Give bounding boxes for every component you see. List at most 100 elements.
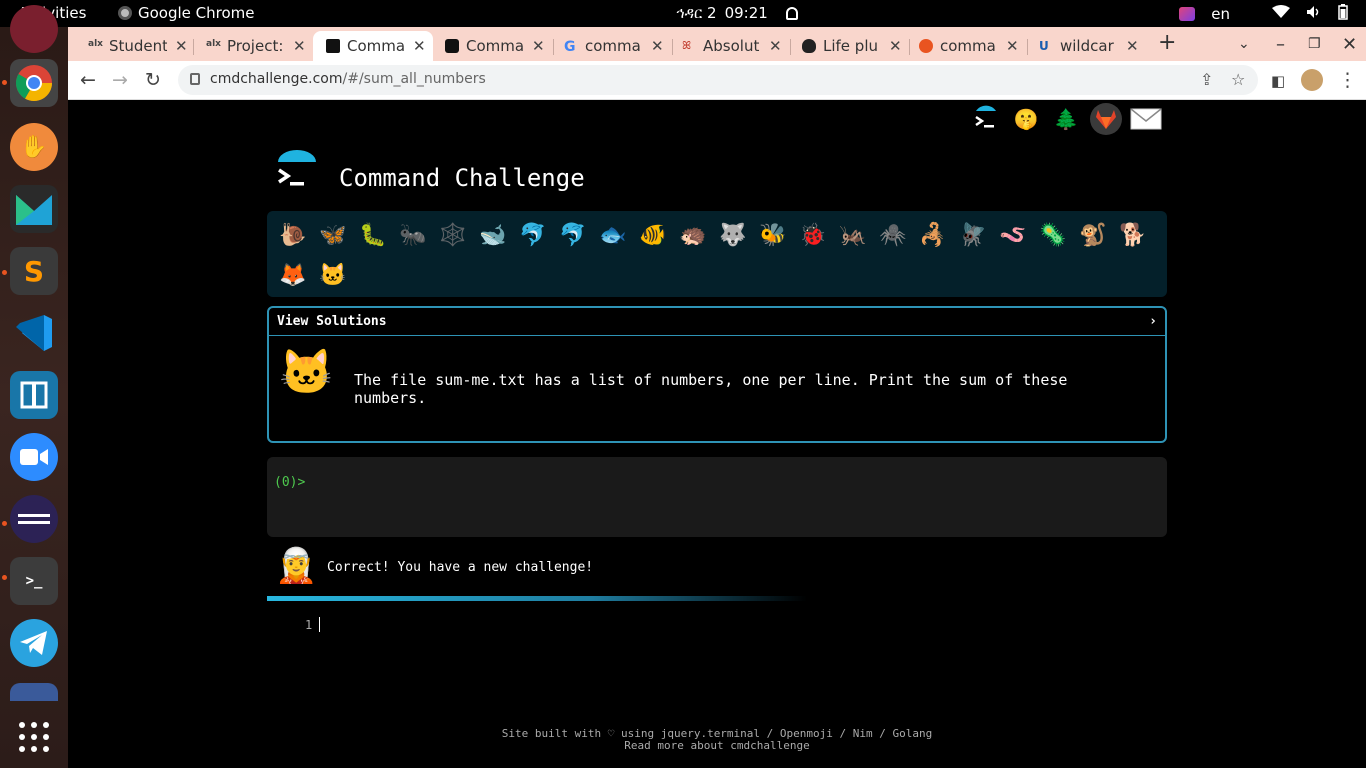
site-title[interactable]: Command Challenge (339, 164, 585, 192)
animal-challenge-icon[interactable]: 🦊 (273, 255, 313, 295)
dock-top-partial-icon[interactable] (10, 5, 58, 53)
elf-avatar-icon: 🧝 (275, 546, 318, 586)
text-cursor (319, 617, 320, 632)
terminal-input-area[interactable]: (0)> (267, 457, 1167, 537)
browser-tab-active[interactable]: Comma ✕ (313, 31, 433, 61)
animal-challenge-icon[interactable]: 🐬 (553, 215, 593, 255)
animal-challenge-icon[interactable]: 🕷️ (873, 215, 913, 255)
animal-challenge-icon[interactable]: 🐕 (1113, 215, 1153, 255)
mail-app-dock-icon[interactable] (10, 185, 58, 233)
browser-tab[interactable]: alx Project: ✕ (186, 31, 314, 61)
tab-title: Student (109, 37, 167, 55)
close-tab-icon[interactable]: ✕ (1006, 37, 1019, 55)
challenge-animal-selector: 🐌 🦋 🐛 🐜 🕸️ 🐋 🐬 🐬 🐟 🐠 🦔 🐺 🐝 🐞 🦗 🕷️ 🦂 🪰 🪱 🦠 🐒 🐕 🦊 🐱 (267, 211, 1167, 297)
bookmark-star-icon[interactable]: ☆ (1231, 70, 1245, 89)
shushing-face-icon[interactable]: 🤫 (1010, 103, 1042, 135)
language-indicator[interactable]: en (1211, 5, 1230, 23)
address-bar[interactable]: cmdchallenge.com/#/sum_all_numbers ⇪ ☆ (178, 65, 1258, 95)
animal-challenge-icon[interactable]: 🦔 (673, 215, 713, 255)
askubuntu-icon (919, 39, 933, 53)
browser-tab[interactable]: U wildcar ✕ (1019, 31, 1147, 61)
restore-window-icon[interactable]: ❐ (1308, 36, 1321, 52)
zoom-dock-icon[interactable] (10, 433, 58, 481)
tab-title: Comma (466, 37, 524, 55)
browser-tab[interactable]: comma ✕ (899, 31, 1027, 61)
chrome-menu-icon[interactable]: ⋮ (1338, 69, 1357, 91)
browser-tab[interactable]: Comma ✕ (425, 31, 553, 61)
animal-challenge-icon[interactable]: 🦗 (833, 215, 873, 255)
gitlab-icon[interactable] (1090, 103, 1122, 135)
animal-challenge-icon[interactable]: 🐋 (473, 215, 513, 255)
browser-tab[interactable]: ꕤ Absolut ✕ (662, 31, 790, 61)
share-icon[interactable]: ⇪ (1200, 70, 1213, 89)
app-menu[interactable]: Google Chrome (118, 4, 255, 22)
close-tab-icon[interactable]: ✕ (293, 37, 306, 55)
cube-app-icon[interactable] (1179, 7, 1196, 21)
animal-challenge-icon[interactable]: 🦂 (913, 215, 953, 255)
animal-challenge-icon[interactable]: 🐝 (753, 215, 793, 255)
tab-search-chevron-icon[interactable]: ⌄ (1238, 36, 1250, 52)
running-indicator (2, 270, 7, 275)
read-more-link[interactable]: Read more about cmdchallenge (68, 740, 1366, 752)
animal-challenge-icon[interactable]: 🦋 (313, 215, 353, 255)
minimize-window-icon[interactable]: – (1276, 34, 1285, 55)
vscode-dock-icon[interactable] (10, 309, 58, 357)
terminal-logo-link-icon[interactable] (970, 103, 1002, 135)
url-text[interactable]: cmdchallenge.com/#/sum_all_numbers (210, 71, 486, 87)
animal-challenge-icon[interactable]: 🪰 (953, 215, 993, 255)
eclipse-dock-icon[interactable] (10, 495, 58, 543)
chrome-dock-icon[interactable] (10, 59, 58, 107)
close-tab-icon[interactable]: ✕ (532, 37, 545, 55)
back-arrow-icon[interactable]: ← (80, 69, 96, 91)
site-logo-icon[interactable] (274, 150, 320, 196)
animal-challenge-icon[interactable]: 🐟 (593, 215, 633, 255)
animal-challenge-icon[interactable]: 🐱 (313, 255, 353, 295)
animal-challenge-icon[interactable]: 🕸️ (433, 215, 473, 255)
tab-title: Comma (347, 37, 405, 55)
running-indicator (2, 575, 7, 580)
running-indicator (2, 521, 7, 526)
telegram-dock-icon[interactable] (10, 619, 58, 667)
browser-tab[interactable]: Life plu ✕ (782, 31, 910, 61)
clock[interactable]: ኅዳር 2 09:21 (676, 4, 798, 22)
code-editor[interactable]: 1 (267, 612, 1167, 642)
close-tab-icon[interactable]: ✕ (413, 37, 426, 55)
browser-tab-strip: alx Student ✕ alx Project: ✕ Comma ✕ Com… (68, 27, 1366, 61)
animal-challenge-icon[interactable]: 🐛 (353, 215, 393, 255)
sublime-text-dock-icon[interactable]: S (10, 247, 58, 295)
result-message: Correct! You have a new challenge! (327, 560, 594, 575)
animal-challenge-icon[interactable]: 🐞 (793, 215, 833, 255)
animal-challenge-icon[interactable]: 🐒 (1073, 215, 1113, 255)
close-window-icon[interactable]: ✕ (1342, 34, 1357, 55)
show-apps-grid-icon[interactable] (10, 713, 58, 761)
new-tab-plus-icon[interactable]: + (1158, 30, 1176, 55)
animal-challenge-icon[interactable]: 🪱 (993, 215, 1033, 255)
view-solutions-toggle[interactable]: View Solutions › (269, 308, 1165, 336)
remote-desktop-dock-icon[interactable] (10, 371, 58, 419)
partial-dock-icon[interactable] (10, 683, 58, 701)
animal-challenge-icon[interactable]: 🐜 (393, 215, 433, 255)
close-tab-icon[interactable]: ✕ (769, 37, 782, 55)
side-panel-icon[interactable]: ◧ (1271, 72, 1285, 90)
animal-challenge-icon[interactable]: 🐬 (513, 215, 553, 255)
hand-app-dock-icon[interactable]: ✋ (10, 123, 58, 171)
forward-arrow-icon[interactable]: → (112, 69, 128, 91)
mail-icon[interactable] (1130, 103, 1162, 135)
terminal-dock-icon[interactable]: >_ (10, 557, 58, 605)
animal-challenge-icon[interactable]: 🐌 (273, 215, 313, 255)
system-tray[interactable]: en (1179, 4, 1348, 24)
animal-challenge-icon[interactable]: 🐺 (713, 215, 753, 255)
notification-bell-icon (785, 6, 798, 20)
reload-icon[interactable]: ↻ (145, 69, 161, 91)
browser-tab[interactable]: alx Student ✕ (68, 31, 196, 61)
lock-icon (190, 73, 200, 85)
close-tab-icon[interactable]: ✕ (1126, 37, 1139, 55)
line-number: 1 (305, 618, 313, 632)
chevron-right-icon: › (1149, 314, 1157, 329)
tree-icon[interactable]: 🌲 (1050, 103, 1082, 135)
chrome-app-icon (118, 6, 132, 20)
animal-challenge-icon[interactable]: 🦠 (1033, 215, 1073, 255)
browser-tab[interactable]: G comma ✕ (544, 31, 672, 61)
animal-challenge-icon[interactable]: 🐠 (633, 215, 673, 255)
profile-avatar[interactable] (1301, 69, 1323, 91)
